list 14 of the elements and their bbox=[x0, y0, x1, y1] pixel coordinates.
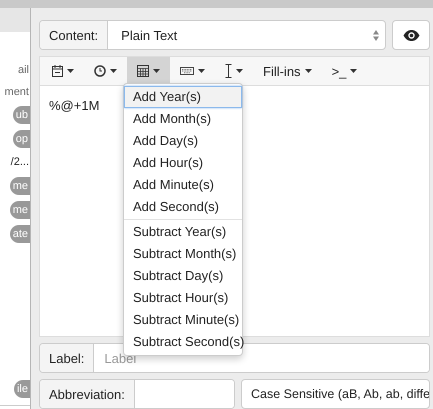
tag-badge: me bbox=[10, 201, 30, 219]
editor-text: %@+1M bbox=[49, 98, 100, 113]
abbreviation-caption: Abbreviation: bbox=[40, 380, 135, 408]
label-caption: Label: bbox=[40, 344, 94, 372]
tag-badge: ate bbox=[10, 225, 30, 243]
tag-badge: ub bbox=[12, 106, 30, 124]
select-value: Plain Text bbox=[121, 28, 178, 42]
sidebar-label: /2... bbox=[10, 155, 30, 170]
tag-badge: me bbox=[10, 177, 30, 195]
tag-badge: op bbox=[12, 130, 30, 148]
tag-badge: ile bbox=[14, 380, 30, 398]
content-label: Content: bbox=[40, 21, 108, 49]
sidebar-label: ment bbox=[4, 85, 30, 100]
sidebar-label: ail bbox=[18, 63, 30, 78]
